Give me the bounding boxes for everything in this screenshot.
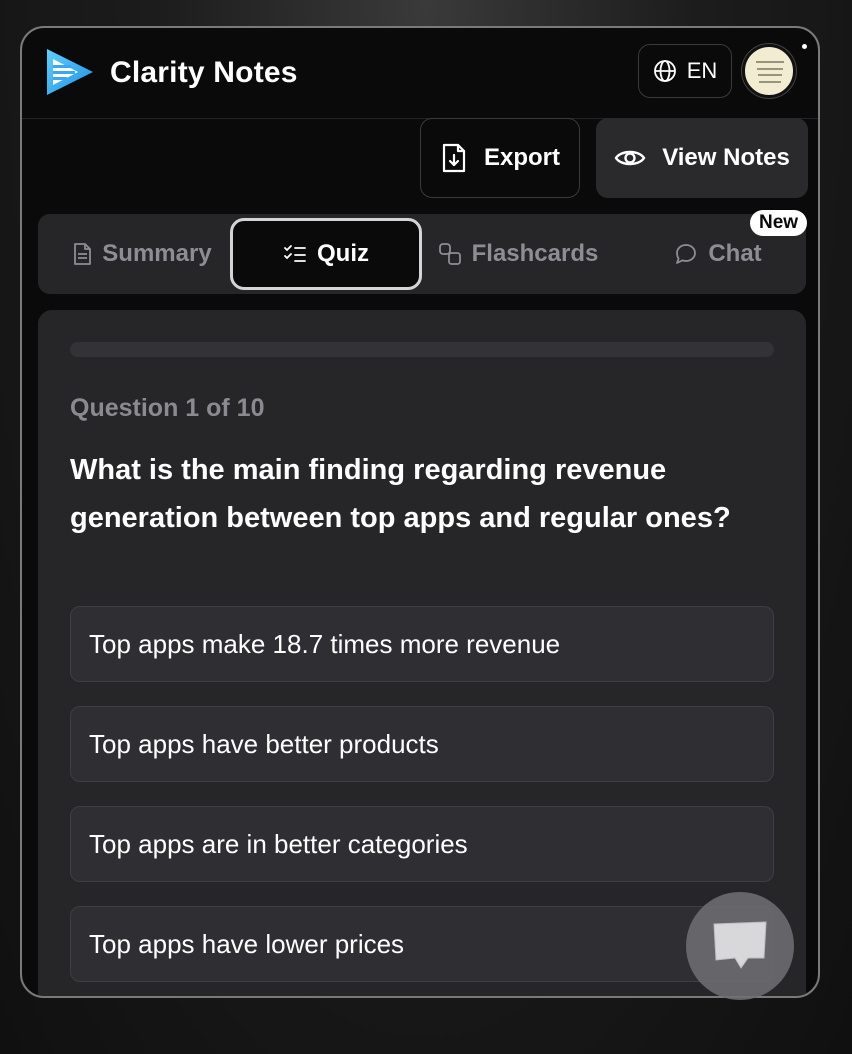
chat-bubble-icon [713,921,767,969]
tab-quiz[interactable]: Quiz [230,218,422,290]
app-title: Clarity Notes [110,56,298,89]
answer-option-label: Top apps have lower prices [89,928,405,959]
quiz-progress-bar [70,342,774,357]
language-label: EN [686,58,718,83]
export-button[interactable]: Export [420,118,580,198]
question-counter: Question 1 of 10 [70,394,265,422]
tab-chat-label: Chat [708,240,762,267]
avatar[interactable] [742,44,796,98]
chat-fab-button[interactable] [686,892,794,1000]
speech-bubble-icon [676,244,697,264]
answer-option-label: Top apps are in better categories [89,828,468,859]
answer-option[interactable]: Top apps have better products [70,706,774,782]
answer-option-label: Top apps have better products [89,728,439,759]
checklist-icon [284,245,306,262]
export-label: Export [483,144,560,171]
new-badge: New [750,210,808,236]
answer-option[interactable]: Top apps have lower prices [70,906,774,982]
language-button[interactable]: EN [638,44,732,98]
document-icon [74,243,92,265]
globe-icon [653,60,676,82]
top-bar: Clarity Notes EN [22,28,818,119]
tab-summary-label: Summary [102,240,212,267]
tab-flashcards-label: Flashcards [471,240,599,267]
view-notes-label: View Notes [662,144,790,171]
app-logo-icon [47,49,93,95]
view-notes-button[interactable]: View Notes [596,118,808,198]
tab-flashcards[interactable]: Flashcards [428,218,608,290]
app-window: Clarity Notes EN Export View Notes Summa… [20,26,820,998]
eye-icon [614,150,646,166]
answer-option[interactable]: Top apps make 18.7 times more revenue [70,606,774,682]
tab-quiz-label: Quiz [317,240,369,267]
cards-icon [438,243,461,265]
tab-summary[interactable]: Summary [54,218,230,290]
answer-option[interactable]: Top apps are in better categories [70,806,774,882]
quiz-panel: Question 1 of 10 What is the main findin… [38,310,806,996]
notification-dot [802,44,807,49]
question-text: What is the main finding regarding reven… [70,454,731,534]
file-download-icon [442,143,466,173]
tab-bar: Summary Quiz Flashcards Chat [38,214,806,294]
answer-option-label: Top apps make 18.7 times more revenue [89,628,561,659]
